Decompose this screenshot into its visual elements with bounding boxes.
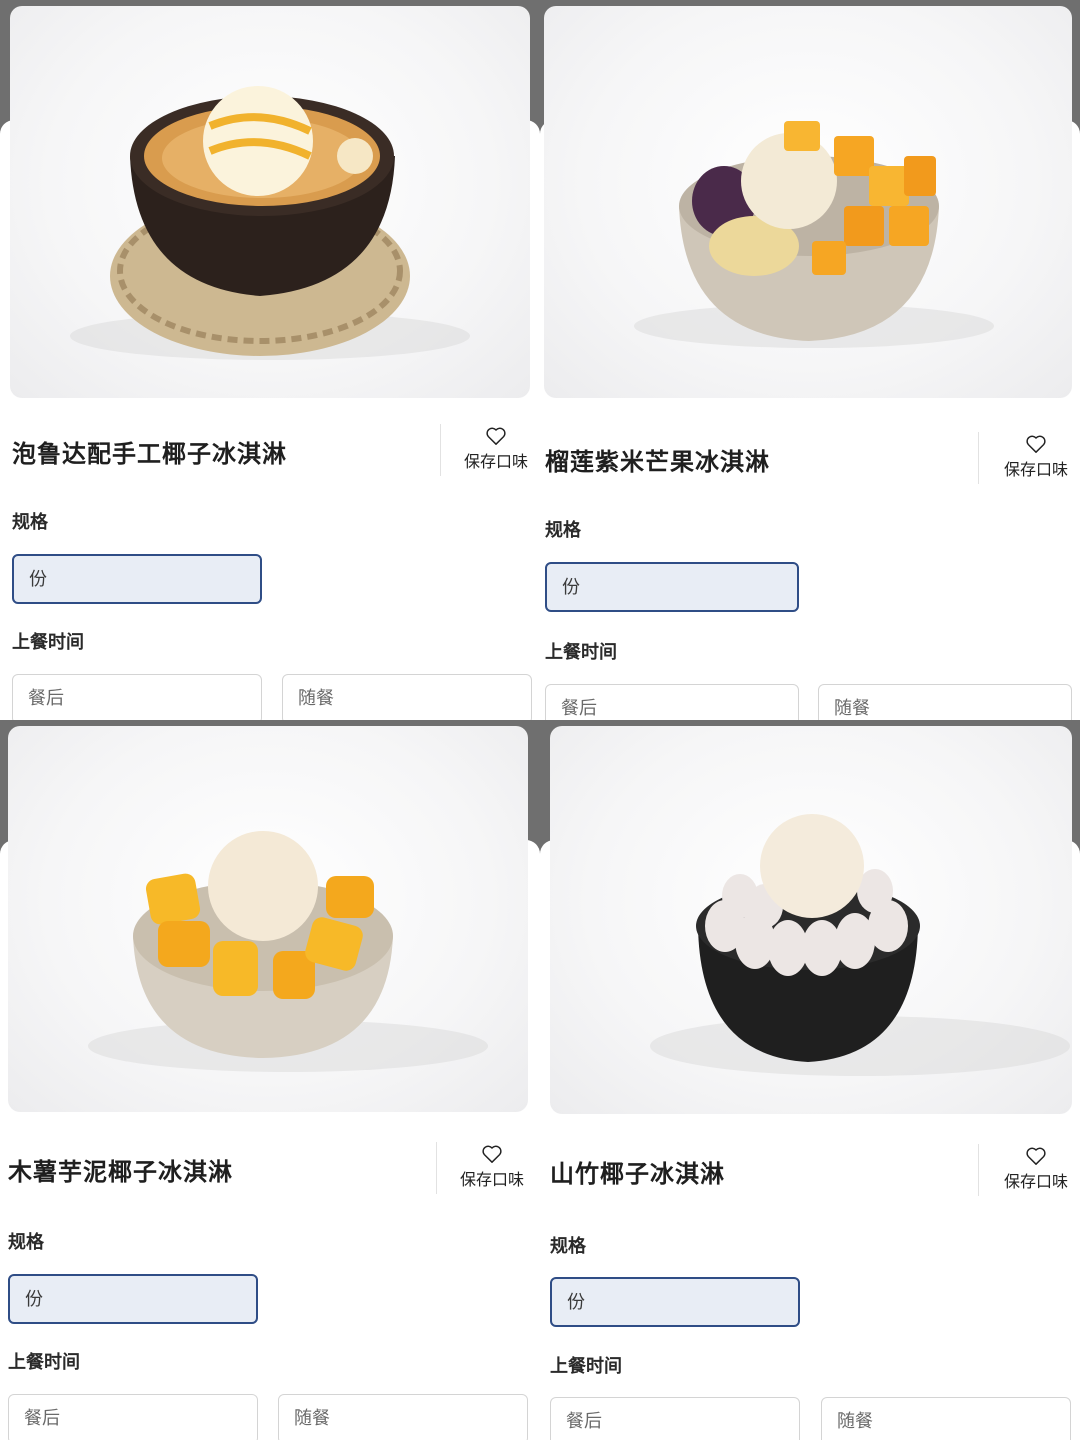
title-row: 山竹椰子冰淇淋 保存口味 [540,1140,1080,1206]
coconut-bowl-dessert-image [70,86,470,360]
product-title: 泡鲁达配手工椰子冰淇淋 [12,440,287,468]
divider [978,432,979,484]
spec-label: 规格 [550,1236,586,1257]
product-photo [550,726,1072,1114]
serve-time-option-with[interactable]: 随餐 [821,1397,1071,1440]
divider [440,424,441,476]
serve-time-option-after[interactable]: 餐后 [545,684,799,720]
title-row: 榴莲紫米芒果冰淇淋 保存口味 [540,428,1080,494]
save-label: 保存口味 [1003,1172,1068,1191]
divider [978,1144,979,1196]
save-flavor-button[interactable]: 保存口味 [458,426,534,474]
divider [436,1142,437,1194]
heart-outline-icon [1026,435,1046,453]
spec-option-selected[interactable]: 份 [550,1277,800,1327]
heart-outline-icon [482,1145,502,1163]
product-card-3: 木薯芋泥椰子冰淇淋 保存口味 规格 份 上餐时间 餐后 随餐 [0,720,540,1440]
spec-label: 规格 [8,1232,44,1253]
spec-option-selected[interactable]: 份 [12,554,262,604]
save-label: 保存口味 [1003,460,1068,479]
spec-option-selected[interactable]: 份 [8,1274,258,1324]
save-label: 保存口味 [463,452,528,471]
product-photo [544,6,1072,398]
save-flavor-button[interactable]: 保存口味 [454,1144,530,1192]
mango-durian-bowl-image [634,121,994,348]
product-photo [8,726,528,1112]
serve-time-label: 上餐时间 [12,632,84,653]
product-card-2: 榴莲紫米芒果冰淇淋 保存口味 规格 份 上餐时间 餐后 随餐 [540,0,1080,720]
heart-outline-icon [486,427,506,445]
serve-time-option-after[interactable]: 餐后 [8,1394,258,1440]
mangosteen-black-bowl-image [650,814,1070,1076]
save-flavor-button[interactable]: 保存口味 [998,434,1074,482]
serve-time-option-with[interactable]: 随餐 [278,1394,528,1440]
product-card-4: 山竹椰子冰淇淋 保存口味 规格 份 上餐时间 餐后 随餐 [540,720,1080,1440]
spec-option-selected[interactable]: 份 [545,562,799,612]
serve-time-option-with[interactable]: 随餐 [818,684,1072,720]
serve-time-label: 上餐时间 [550,1356,622,1377]
serve-time-option-after[interactable]: 餐后 [12,674,262,720]
product-title: 榴莲紫米芒果冰淇淋 [545,448,770,476]
product-title: 木薯芋泥椰子冰淇淋 [8,1158,233,1186]
product-title: 山竹椰子冰淇淋 [550,1160,725,1188]
product-card-1: 泡鲁达配手工椰子冰淇淋 保存口味 规格 份 上餐时间 餐后 随餐 [0,0,540,720]
heart-outline-icon [1026,1147,1046,1165]
title-row: 木薯芋泥椰子冰淇淋 保存口味 [0,1138,540,1204]
save-label: 保存口味 [459,1170,524,1189]
title-row: 泡鲁达配手工椰子冰淇淋 保存口味 [0,420,540,486]
spec-label: 规格 [12,512,48,533]
save-flavor-button[interactable]: 保存口味 [998,1146,1074,1194]
serve-time-option-with[interactable]: 随餐 [282,674,532,720]
serve-time-option-after[interactable]: 餐后 [550,1397,800,1440]
serve-time-label: 上餐时间 [8,1352,80,1373]
spec-label: 规格 [545,520,581,541]
product-photo [10,6,530,398]
serve-time-label: 上餐时间 [545,642,617,663]
cassava-taro-bowl-image [88,831,488,1072]
